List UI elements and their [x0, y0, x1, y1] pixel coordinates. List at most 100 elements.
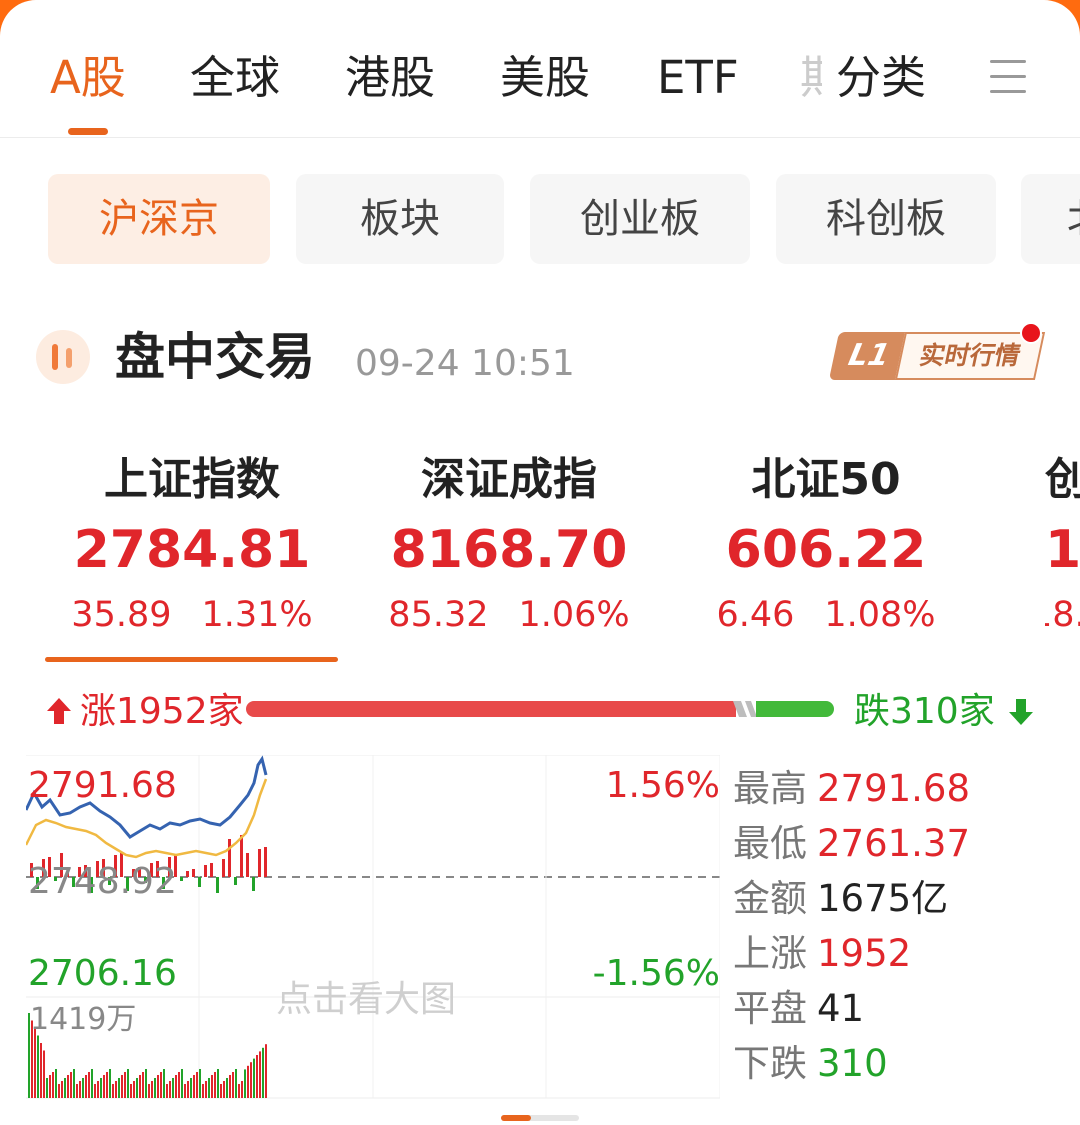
volume-bar [193, 1075, 195, 1098]
volume-bar [127, 1069, 129, 1098]
stat-label: 平盘 [733, 987, 807, 1030]
chip-star-market[interactable]: 科创板 [776, 174, 996, 264]
view-large-chart-hint[interactable]: 点击看大图 [276, 976, 456, 1024]
index-card-chinext-clipped[interactable]: 创 1 18. [1045, 450, 1080, 640]
volume-bar [115, 1081, 117, 1098]
index-change: 35.89 1.31% [42, 590, 342, 640]
volume-bar [40, 1043, 42, 1098]
stat-high: 最高 2791.68 [733, 764, 970, 814]
candlestick-icon [36, 330, 90, 384]
stat-turnover: 金额 1675亿 [733, 874, 948, 924]
chip-shanghai-shenzhen-beijing[interactable]: 沪深京 [48, 174, 270, 264]
stat-low: 最低 2761.37 [733, 819, 970, 869]
volume-bar [85, 1075, 87, 1098]
breadth-bar [204, 865, 207, 877]
volume-bar [43, 1050, 45, 1098]
tab-category[interactable]: 分类 [836, 48, 926, 108]
active-tab-indicator [68, 128, 108, 135]
volume-bar [148, 1084, 150, 1098]
volume-bar [118, 1078, 120, 1098]
volume-bar [238, 1084, 240, 1098]
volume-bar [61, 1081, 63, 1098]
chip-more-clipped[interactable]: 北 [1021, 174, 1080, 264]
volume-bar [226, 1078, 228, 1098]
volume-bar [265, 1044, 267, 1098]
breadth-bar [264, 847, 267, 877]
breadth-bar [210, 863, 213, 877]
breadth-bar [222, 859, 225, 877]
volume-bar [187, 1081, 189, 1098]
stat-label: 上涨 [733, 932, 807, 975]
tab-a-shares[interactable]: A股 [50, 48, 126, 108]
volume-bar [196, 1072, 198, 1098]
volume-bar [79, 1081, 81, 1098]
volume-bar [55, 1069, 57, 1098]
volume-bar [82, 1078, 84, 1098]
stat-value: 2791.68 [817, 767, 971, 810]
chart-high-label: 2791.68 [28, 765, 177, 806]
notification-dot-icon [1020, 322, 1042, 344]
volume-bar [106, 1072, 108, 1098]
index-card-szse[interactable]: 深证成指 8168.70 85.32 1.06% [359, 450, 659, 640]
stat-value: 41 [817, 987, 865, 1030]
index-change-points: 6.46 [716, 595, 795, 635]
volume-bar [229, 1075, 231, 1098]
tab-etf[interactable]: ETF [657, 48, 739, 108]
index-value: 2784.81 [73, 520, 311, 580]
volume-bar [217, 1069, 219, 1098]
volume-bar [124, 1072, 126, 1098]
tab-global[interactable]: 全球 [190, 48, 280, 108]
stat-label: 金额 [733, 877, 807, 920]
volume-bar [154, 1078, 156, 1098]
volume-bar [172, 1078, 174, 1098]
volume-bar [184, 1084, 186, 1098]
volume-bar [130, 1084, 132, 1098]
menu-icon[interactable] [990, 60, 1026, 94]
volume-bar [157, 1075, 159, 1098]
volume-bar [97, 1081, 99, 1098]
chip-chinext[interactable]: 创业板 [530, 174, 750, 264]
tab-futures-label: 期 [800, 51, 822, 104]
volume-bar [163, 1069, 165, 1098]
volume-bar [151, 1081, 153, 1098]
volume-bar [109, 1069, 111, 1098]
volume-bar [250, 1062, 252, 1098]
stat-label: 最低 [733, 822, 807, 865]
stat-value: 1952 [817, 932, 912, 975]
volume-bar [49, 1075, 51, 1098]
breadth-bar [186, 871, 189, 877]
realtime-quote-badge[interactable]: L1 实时行情 [828, 322, 1046, 380]
tab-hk-stocks[interactable]: 港股 [345, 48, 435, 108]
volume-bar [223, 1081, 225, 1098]
index-card-bse50[interactable]: 北证50 606.22 6.46 1.08% [676, 450, 976, 640]
volume-bar [70, 1072, 72, 1098]
stat-decliners: 下跌 310 [733, 1039, 888, 1089]
volume-bar [139, 1075, 141, 1098]
breadth-bar [216, 877, 219, 893]
arrow-down-icon [1009, 699, 1033, 725]
decliners-bar [756, 701, 834, 717]
chip-sectors[interactable]: 板块 [296, 174, 504, 264]
chart-prev-close-label: 2748.92 [28, 861, 177, 902]
volume-bar [175, 1075, 177, 1098]
chart-low-pct: -1.56% [592, 953, 720, 994]
index-change: 6.46 1.08% [676, 590, 976, 640]
volume-bar [121, 1075, 123, 1098]
index-change-pct: 1.06% [518, 595, 630, 635]
stat-label: 下跌 [733, 1042, 807, 1085]
index-change-points: 85.32 [388, 595, 489, 635]
tab-us-stocks[interactable]: 美股 [500, 48, 590, 108]
advancers-bar [246, 701, 736, 717]
stat-advancers: 上涨 1952 [733, 929, 911, 979]
volume-bar [253, 1058, 255, 1098]
volume-bar [199, 1069, 201, 1098]
selected-index-indicator [45, 657, 338, 662]
chart-low-label: 2706.16 [28, 953, 177, 994]
breadth-bar [246, 853, 249, 877]
volume-bar [169, 1081, 171, 1098]
index-card-sse[interactable]: 上证指数 2784.81 35.89 1.31% [42, 450, 342, 640]
chart-volume-max: 1419万 [30, 1002, 137, 1037]
tab-futures-clipped[interactable]: 期 [800, 48, 822, 108]
index-change-points: 35.89 [71, 595, 172, 635]
index-name: 北证50 [751, 454, 901, 505]
